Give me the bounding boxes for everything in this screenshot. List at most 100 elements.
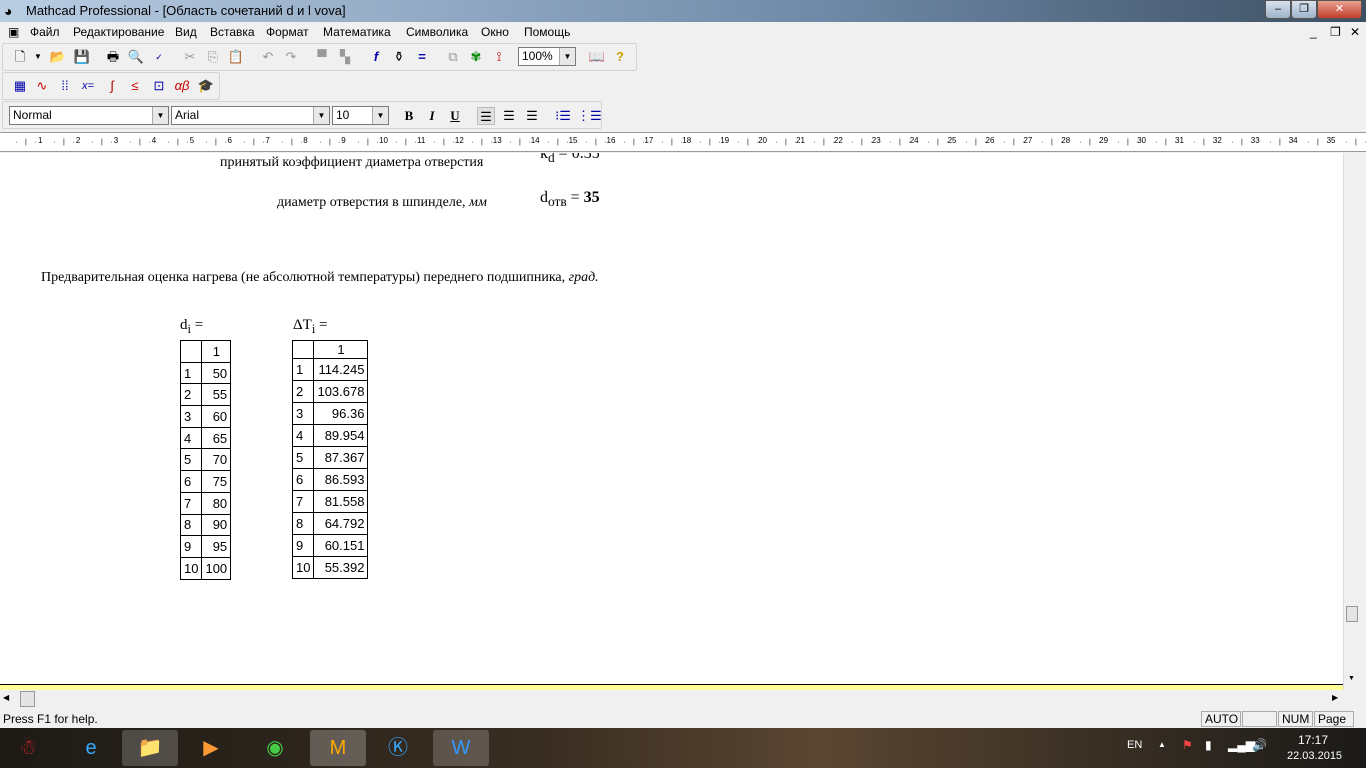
cell-value[interactable]: 81.558	[313, 490, 369, 513]
scroll-thumb[interactable]	[1346, 606, 1358, 622]
scroll-down-icon[interactable]: ▼	[1348, 675, 1355, 682]
doc-close-button[interactable]: ✕	[1350, 25, 1360, 39]
cell-value[interactable]: 65	[201, 426, 232, 450]
coefficient-expression[interactable]: kd = 0.35	[540, 153, 600, 166]
show-hidden-icons[interactable]: ▲	[1158, 740, 1166, 749]
style-select[interactable]: Normal ▼	[9, 106, 169, 125]
cell-value[interactable]: 90	[201, 513, 232, 537]
maximize-button[interactable]: ❐	[1291, 0, 1317, 19]
cell-value[interactable]: 50	[201, 361, 232, 385]
ruler[interactable]: · | · · | · · | · · | · · | · · | · · | · · | · · | · · | · · | · · | · · | · ·…	[0, 132, 1366, 152]
vertical-scrollbar[interactable]: ▼	[1343, 153, 1360, 690]
doc-minimize-button[interactable]: _	[1310, 25, 1317, 39]
evaluation-icon[interactable]: x=	[79, 77, 97, 95]
chevron-down-icon[interactable]: ▼	[152, 107, 168, 124]
graph-icon[interactable]: ∿	[33, 77, 51, 95]
spellcheck-icon[interactable]: ✓	[150, 48, 168, 66]
new-icon[interactable]: 🗋	[11, 48, 29, 66]
undo-icon[interactable]: ↶	[259, 48, 277, 66]
chevron-down-icon[interactable]: ▼	[372, 107, 388, 124]
chevron-down-icon[interactable]: ▼	[559, 48, 575, 65]
insert-function-icon[interactable]: f	[367, 48, 385, 66]
scroll-left-icon[interactable]: ◀	[3, 693, 9, 702]
close-button[interactable]: ✕	[1317, 0, 1362, 19]
align-down-icon[interactable]: ▚	[336, 48, 354, 66]
cut-icon[interactable]: ✂	[181, 48, 199, 66]
open-icon[interactable]: 📂	[49, 48, 67, 66]
cell-value[interactable]: 114.245	[313, 358, 369, 381]
menu-math[interactable]: Математика	[323, 25, 391, 39]
align-right-icon[interactable]: ☰	[523, 107, 541, 125]
deltaT-matrix-table[interactable]: 1 1 114.245 2 103.678 3 96.36 4 89.954 5 87.367 6 86…	[291, 340, 369, 579]
cell-value[interactable]: 87.367	[313, 446, 369, 469]
help-icon[interactable]: ?	[611, 48, 629, 66]
hyperlink-icon[interactable]: ⟟	[490, 48, 508, 66]
cell-value[interactable]: 96.36	[313, 402, 369, 425]
resource-center-icon[interactable]: 📖	[588, 48, 606, 66]
resource-icon[interactable]: ✾	[467, 48, 485, 66]
font-select[interactable]: Arial ▼	[171, 106, 330, 125]
power-icon[interactable]: ▮	[1205, 738, 1212, 752]
cell-value[interactable]: 86.593	[313, 468, 369, 491]
align-top-icon[interactable]: ▀	[313, 48, 331, 66]
worksheet[interactable]: принятый коэффициент диаметра отверстия …	[0, 153, 1343, 684]
italic-button[interactable]: I	[423, 107, 441, 125]
clock-time[interactable]: 17:17	[1298, 733, 1328, 747]
menu-window[interactable]: Окно	[481, 25, 509, 39]
programming-icon[interactable]: ⊡	[150, 77, 168, 95]
boolean-icon[interactable]: ≤	[126, 77, 144, 95]
menu-view[interactable]: Вид	[175, 25, 197, 39]
cell-value[interactable]: 60.151	[313, 534, 369, 557]
align-left-icon[interactable]: ☰	[477, 107, 495, 125]
network-icon[interactable]: ▂▄▆	[1228, 738, 1255, 752]
explorer-icon[interactable]: 📁	[122, 730, 178, 766]
numbering-icon[interactable]: ⋮☰	[577, 107, 602, 125]
bullets-icon[interactable]: ⁝☰	[554, 107, 572, 125]
scroll-thumb[interactable]	[20, 691, 35, 707]
insert-component-icon[interactable]: ⧉	[444, 48, 462, 66]
media-player-icon[interactable]: ▶	[183, 730, 239, 766]
chevron-down-icon[interactable]: ▼	[313, 107, 329, 124]
menu-file[interactable]: Файл	[30, 25, 60, 39]
cell-value[interactable]: 103.678	[313, 380, 369, 403]
new-dropdown-icon[interactable]: ▼	[29, 48, 47, 66]
volume-icon[interactable]: 🔊	[1252, 738, 1267, 752]
internet-explorer-icon[interactable]: e	[63, 730, 119, 766]
cell-value[interactable]: 55	[201, 383, 232, 407]
menu-symbolics[interactable]: Символика	[406, 25, 468, 39]
calculator-icon[interactable]: ▦	[11, 77, 29, 95]
calculus-icon[interactable]: ∫	[103, 77, 121, 95]
symbolic-icon[interactable]: 🎓	[197, 77, 215, 95]
menu-insert[interactable]: Вставка	[210, 25, 255, 39]
cell-value[interactable]: 70	[201, 448, 232, 472]
d-matrix-table[interactable]: 1 1 50 2 55 3 60 4 65 5 70 6 75 7 80 8 90 9 95 10 100	[179, 340, 232, 580]
hole-diameter-expression[interactable]: dотв = 35	[540, 189, 600, 210]
copy-icon[interactable]: ⎘	[204, 48, 222, 66]
paste-icon[interactable]: 📋	[227, 48, 245, 66]
scroll-right-icon[interactable]: ▶	[1332, 693, 1338, 702]
align-center-icon[interactable]: ☰	[500, 107, 518, 125]
redo-icon[interactable]: ↷	[282, 48, 300, 66]
menu-format[interactable]: Формат	[266, 25, 309, 39]
cell-value[interactable]: 95	[201, 535, 232, 558]
horizontal-scrollbar[interactable]: ◀ ▶	[0, 690, 1343, 708]
size-select[interactable]: 10 ▼	[332, 106, 389, 125]
word-icon[interactable]: W	[433, 730, 489, 766]
print-preview-icon[interactable]: 🔍	[127, 48, 145, 66]
clock-date[interactable]: 22.03.2015	[1287, 750, 1342, 762]
save-icon[interactable]: 💾	[73, 48, 91, 66]
cell-value[interactable]: 55.392	[313, 556, 369, 579]
k-app-icon[interactable]: Ⓚ	[370, 730, 426, 766]
cell-value[interactable]: 75	[201, 470, 232, 493]
cell-value[interactable]: 64.792	[313, 512, 369, 535]
action-center-icon[interactable]: ⚑	[1182, 738, 1193, 752]
language-indicator[interactable]: EN	[1127, 739, 1142, 751]
cell-value[interactable]: 100	[201, 556, 232, 580]
doc-icon[interactable]: ▣	[8, 25, 19, 39]
doc-restore-button[interactable]: ❐	[1330, 25, 1341, 39]
start-button-santa-icon[interactable]: ☃	[0, 730, 56, 766]
menu-edit[interactable]: Редактирование	[73, 25, 164, 39]
cell-value[interactable]: 89.954	[313, 424, 369, 447]
chrome-icon[interactable]: ◉	[247, 730, 303, 766]
matrix-icon[interactable]: ⁞⁞	[56, 77, 74, 95]
